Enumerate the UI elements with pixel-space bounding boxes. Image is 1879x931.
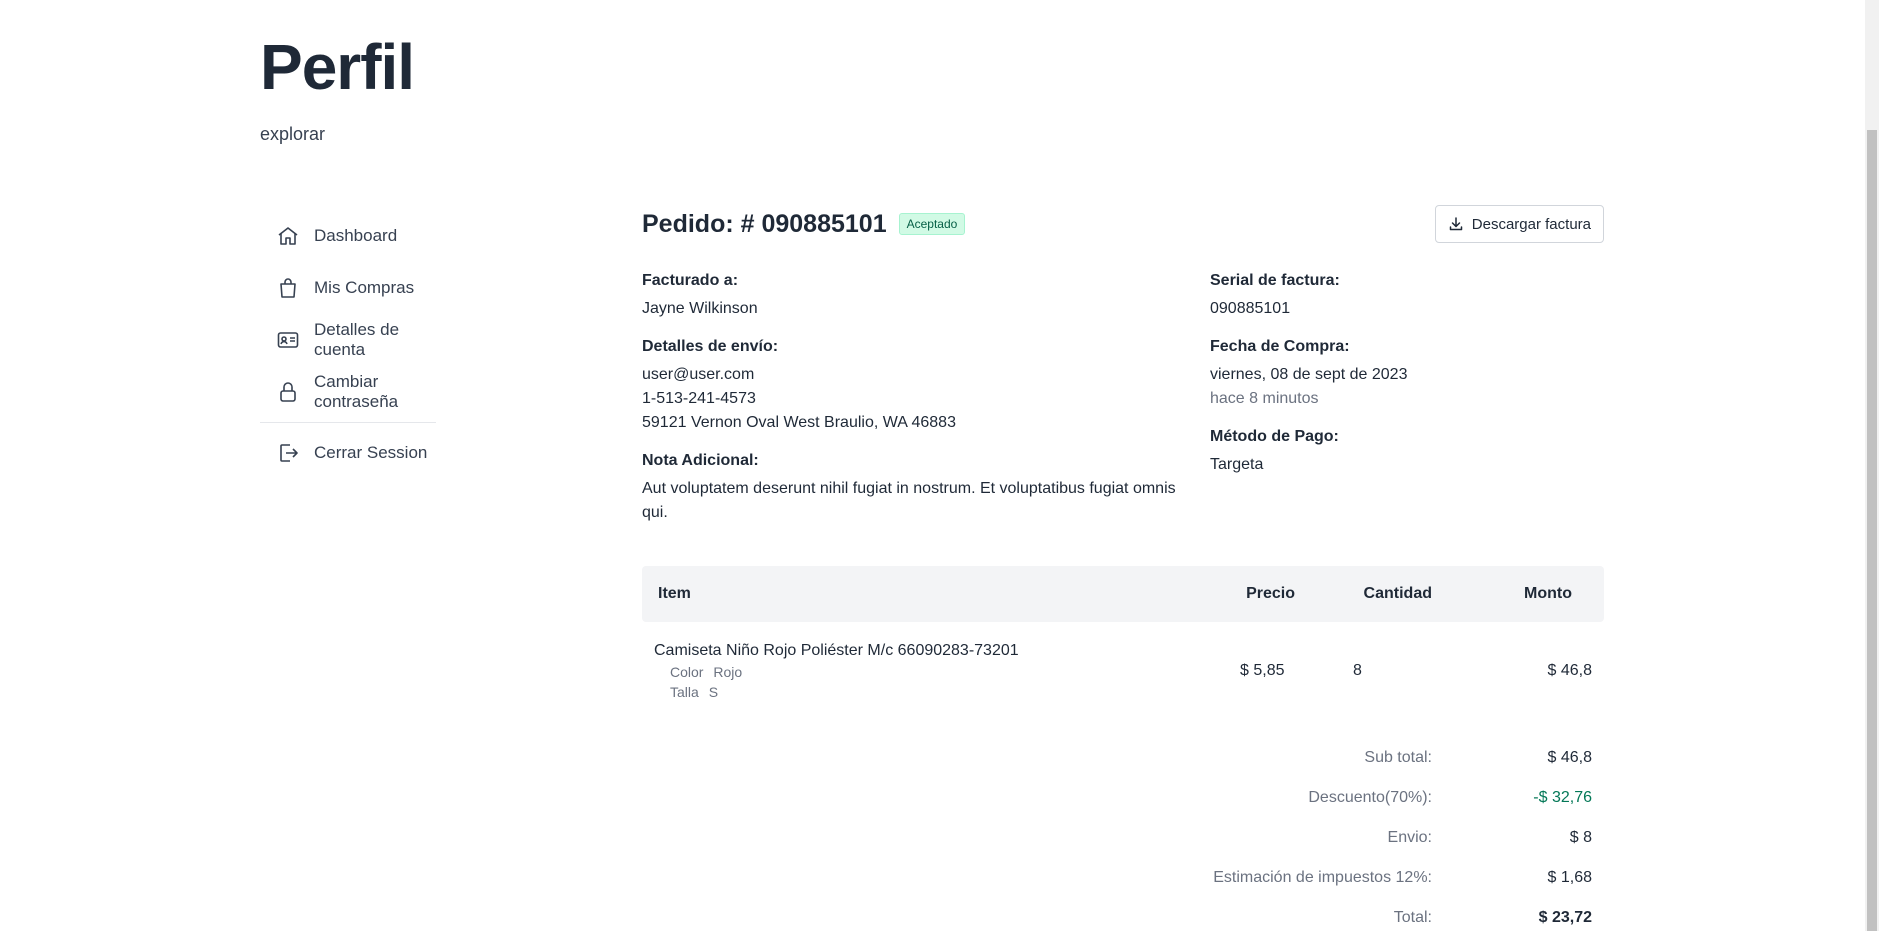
- date-value: viernes, 08 de sept de 2023: [1210, 366, 1408, 383]
- discount-label: Descuento(70%):: [1308, 789, 1432, 806]
- order-info-left: Facturado a: Jayne Wilkinson Detalles de…: [642, 271, 1202, 541]
- shipping-cost-label: Envio:: [1387, 829, 1432, 846]
- shipping-cost-value: $ 8: [1569, 829, 1592, 846]
- column-header-price: Precio: [1246, 585, 1295, 602]
- serial-value: 090885101: [1210, 300, 1291, 317]
- order-info: Facturado a: Jayne Wilkinson Detalles de…: [642, 271, 1604, 531]
- page-subtitle: explorar: [260, 124, 326, 144]
- tax-value: $ 1,68: [1547, 869, 1592, 886]
- sidebar-item-label: Cerrar Session: [314, 443, 428, 462]
- download-icon: [1448, 216, 1464, 232]
- scrollbar[interactable]: [1865, 0, 1879, 931]
- payment-block: Método de Pago: Targeta: [1210, 427, 1590, 477]
- shipping-address: 59121 Vernon Oval West Braulio, WA 46883: [642, 414, 956, 431]
- download-invoice-button[interactable]: Descargar factura: [1434, 205, 1604, 243]
- shipping-phone: 1-513-241-4573: [642, 390, 756, 407]
- sidebar-item-label: Dashboard: [314, 226, 398, 245]
- payment-value: Targeta: [1210, 456, 1264, 473]
- sidebar-item-label: Detalles de cuenta: [314, 320, 400, 359]
- column-header-amount: Monto: [1524, 585, 1572, 602]
- order-totals: Sub total: $ 46,8 Descuento(70%): -$ 32,…: [1100, 745, 1592, 931]
- tax-label: Estimación de impuestos 12%:: [1213, 869, 1432, 886]
- sidebar-item-label: Mis Compras: [314, 278, 415, 297]
- sidebar: Dashboard Mis Compras Detalles de cuenta…: [260, 210, 440, 479]
- sidebar-item-logout[interactable]: Cerrar Session: [260, 427, 440, 479]
- lock-icon: [276, 380, 300, 404]
- logout-icon: [276, 441, 300, 465]
- option-value: Rojo: [713, 664, 743, 680]
- column-header-quantity: Cantidad: [1363, 585, 1432, 602]
- total-value: $ 23,72: [1538, 909, 1592, 926]
- table-header: Item Precio Cantidad Monto: [642, 566, 1604, 622]
- shipping-label: Detalles de envío:: [642, 338, 779, 355]
- items-table: Item Precio Cantidad Monto Camiseta Niño…: [642, 566, 1604, 706]
- sidebar-item-detalles-cuenta[interactable]: Detalles de cuenta: [260, 314, 440, 366]
- column-header-item: Item: [658, 585, 691, 602]
- note-value: Aut voluptatem deserunt nihil fugiat in …: [642, 480, 1176, 521]
- sidebar-item-mis-compras[interactable]: Mis Compras: [260, 262, 440, 314]
- payment-label: Método de Pago:: [1210, 428, 1339, 445]
- id-card-icon: [276, 328, 300, 352]
- page-title: Perfil: [260, 31, 415, 103]
- billed-to-block: Facturado a: Jayne Wilkinson: [642, 271, 1202, 321]
- discount-value: -$ 32,76: [1533, 789, 1592, 806]
- subtotal-row: Sub total: $ 46,8: [1100, 745, 1592, 785]
- shopping-bag-icon: [276, 276, 300, 300]
- product-option-size: Talla S: [670, 684, 718, 700]
- serial-label: Serial de factura:: [1210, 272, 1340, 289]
- sidebar-divider: [260, 422, 436, 423]
- table-row: Camiseta Niño Rojo Poliéster M/c 6609028…: [642, 622, 1604, 706]
- sidebar-item-cambiar-contrasena[interactable]: Cambiar contraseña: [260, 366, 440, 418]
- discount-row: Descuento(70%): -$ 32,76: [1100, 785, 1592, 825]
- home-icon: [276, 224, 300, 248]
- order-detail: Pedido: # 090885101 Aceptado Descargar f…: [642, 205, 1604, 531]
- date-label: Fecha de Compra:: [1210, 338, 1350, 355]
- serial-block: Serial de factura: 090885101: [1210, 271, 1590, 321]
- order-title: Pedido: # 090885101: [642, 209, 887, 238]
- note-block: Nota Adicional: Aut voluptatem deserunt …: [642, 451, 1202, 525]
- order-info-right: Serial de factura: 090885101 Fecha de Co…: [1210, 271, 1590, 493]
- download-invoice-label: Descargar factura: [1471, 215, 1591, 233]
- scrollbar-thumb[interactable]: [1867, 130, 1877, 931]
- billed-to-label: Facturado a:: [642, 272, 739, 289]
- product-amount: $ 46,8: [1547, 662, 1592, 679]
- subtotal-value: $ 46,8: [1547, 749, 1592, 766]
- total-row: Total: $ 23,72: [1100, 905, 1592, 931]
- product-option-color: Color Rojo: [670, 664, 742, 680]
- date-block: Fecha de Compra: viernes, 08 de sept de …: [1210, 337, 1590, 411]
- sidebar-item-dashboard[interactable]: Dashboard: [260, 210, 440, 262]
- tax-row: Estimación de impuestos 12%: $ 1,68: [1100, 865, 1592, 905]
- date-relative: hace 8 minutos: [1210, 390, 1319, 407]
- note-label: Nota Adicional:: [642, 452, 759, 469]
- product-price: $ 5,85: [1240, 662, 1285, 679]
- subtotal-label: Sub total:: [1364, 749, 1432, 766]
- option-value: S: [708, 684, 719, 700]
- status-badge: Aceptado: [898, 213, 966, 235]
- option-key: Color: [670, 664, 704, 680]
- sidebar-item-label: Cambiar contraseña: [314, 372, 399, 411]
- product-quantity: 8: [1353, 662, 1362, 679]
- product-name: Camiseta Niño Rojo Poliéster M/c 6609028…: [654, 642, 1019, 659]
- shipping-cost-row: Envio: $ 8: [1100, 825, 1592, 865]
- total-label: Total:: [1393, 909, 1432, 926]
- shipping-email: user@user.com: [642, 366, 755, 383]
- option-key: Talla: [670, 684, 699, 700]
- shipping-block: Detalles de envío: user@user.com 1-513-2…: [642, 337, 1202, 435]
- billed-to-value: Jayne Wilkinson: [642, 300, 758, 317]
